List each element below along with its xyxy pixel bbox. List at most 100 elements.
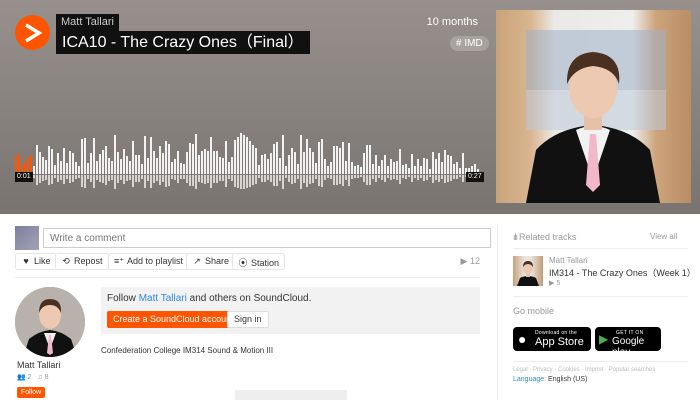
waveform-reflection-bar	[207, 175, 209, 183]
waveform-bar	[408, 168, 410, 174]
share-button[interactable]: ↗ Share	[186, 253, 236, 270]
waveform-reflection-bar	[72, 175, 74, 182]
waveform-bar	[390, 159, 392, 174]
waveform-reflection-bar	[402, 175, 404, 178]
waveform-bar	[168, 144, 170, 174]
station-button[interactable]: ⦿ Station	[232, 253, 286, 270]
repost-button[interactable]: ⟲ Repost	[55, 253, 109, 270]
waveform-bar	[156, 158, 158, 174]
waveform-reflection-bar	[75, 175, 77, 179]
waveform-bar	[81, 139, 83, 174]
waveform-reflection-bar	[348, 175, 350, 186]
waveform-reflection-bar	[405, 175, 407, 179]
waveform-reflection-bar	[381, 175, 383, 180]
waveform-bar	[369, 145, 371, 174]
waveform-reflection-bar	[198, 175, 200, 182]
waveform-bar	[201, 151, 203, 174]
waveform-reflection-bar	[333, 175, 335, 185]
like-button[interactable]: ♥ Like	[15, 253, 57, 270]
waveform-bar	[306, 139, 308, 174]
waveform-reflection-bar	[285, 175, 287, 178]
waveform-bar	[384, 155, 386, 174]
waveform-bar	[459, 168, 461, 174]
waveform-reflection-bar	[444, 175, 446, 183]
comment-input[interactable]	[43, 228, 491, 248]
waveform-reflection-bar	[108, 175, 110, 181]
waveform-bar	[420, 166, 422, 174]
waveform-reflection-bar	[312, 175, 314, 183]
waveform-bar	[234, 140, 236, 174]
waveform-reflection-bar	[111, 175, 113, 180]
add-to-playlist-button[interactable]: ≡⁺ Add to playlist	[108, 253, 190, 270]
waveform-bar	[429, 169, 431, 174]
waveform-bar	[285, 166, 287, 174]
waveform-reflection-bar	[429, 175, 431, 177]
track-artwork	[496, 10, 691, 203]
play-button[interactable]	[15, 15, 50, 50]
related-track-artist[interactable]: Matt Tallari	[549, 256, 588, 265]
waveform-bar	[177, 151, 179, 174]
track-artist-link[interactable]: Matt Tallari	[56, 14, 119, 31]
waveform-reflection-bar	[225, 175, 227, 187]
waveform-reflection-bar	[129, 175, 131, 180]
waveform-reflection-bar	[387, 175, 389, 178]
waveform-reflection-bar	[237, 175, 239, 188]
waveform-reflection-bar	[372, 175, 374, 179]
waveform-bar	[123, 149, 125, 174]
waveform-bar	[264, 154, 266, 174]
sign-in-button[interactable]: Sign in	[227, 311, 269, 328]
waveform-reflection-bar	[192, 175, 194, 186]
divider	[15, 277, 480, 278]
waveform-reflection-bar	[33, 175, 35, 178]
waveform-bar	[228, 162, 230, 174]
waveform-bar	[414, 166, 416, 174]
user-name-link[interactable]: Matt Tallari	[17, 360, 60, 370]
waveform-reflection-bar	[99, 175, 101, 182]
waveform-bar	[342, 142, 344, 174]
view-all-link[interactable]: View all	[650, 232, 677, 241]
related-track-artwork[interactable]	[513, 256, 543, 286]
waveform-bar	[330, 162, 332, 174]
playlist-add-icon: ≡⁺	[114, 256, 125, 266]
language-selector[interactable]: Language: English (US)	[513, 376, 587, 383]
waveform-reflection-bar	[318, 175, 320, 186]
waveform-reflection-bar	[246, 175, 248, 188]
app-store-button[interactable]: ● Download on the App Store	[513, 327, 591, 351]
waveform[interactable]	[15, 130, 481, 192]
waveform-bar	[150, 137, 152, 174]
waveform-bar	[252, 145, 254, 174]
genre-tag[interactable]: # IMD	[450, 36, 489, 51]
waveform-bar	[432, 152, 434, 174]
waveform-reflection-bar	[378, 175, 380, 178]
user-stats: 👥 2 ♫ 8	[17, 373, 49, 381]
waveform-bar	[183, 164, 185, 174]
waveform-bar	[300, 135, 302, 174]
follow-button[interactable]: Follow	[17, 387, 46, 398]
waveform-reflection-bar	[69, 175, 71, 183]
user-avatar[interactable]	[15, 287, 85, 357]
waveform-bar	[18, 154, 20, 174]
waveform-bar	[267, 159, 269, 174]
waveform-bar	[405, 164, 407, 174]
waveform-bar	[120, 159, 122, 174]
related-track-title[interactable]: IM314 - The Crazy Ones（Week 1）	[549, 266, 696, 279]
waveform-bar	[453, 164, 455, 174]
waveform-bar	[129, 161, 131, 174]
waveform-bar	[393, 162, 395, 174]
waveform-reflection-bar	[408, 175, 410, 177]
language-label[interactable]: Language:	[513, 376, 546, 383]
legal-links[interactable]: Legal · Privacy · Cookies · Imprint · Po…	[513, 367, 655, 373]
follow-prompt-user-link[interactable]: Matt Tallari	[139, 293, 187, 304]
language-value: English (US)	[548, 376, 588, 383]
waveform-reflection-bar	[357, 175, 359, 178]
waveform-reflection-bar	[462, 175, 464, 182]
waveform-bar	[276, 142, 278, 174]
follow-prompt: Follow Matt Tallari and others on SoundC…	[101, 287, 480, 334]
google-play-button[interactable]: ▶ GET IT ON Google play	[595, 327, 661, 358]
waveform-bar	[348, 143, 350, 174]
waveform-bar	[102, 150, 104, 174]
waveform-bar	[399, 149, 401, 174]
waveform-bar	[42, 157, 44, 174]
waveform-reflection-bar	[270, 175, 272, 182]
create-account-button[interactable]: Create a SoundCloud account	[107, 311, 240, 328]
